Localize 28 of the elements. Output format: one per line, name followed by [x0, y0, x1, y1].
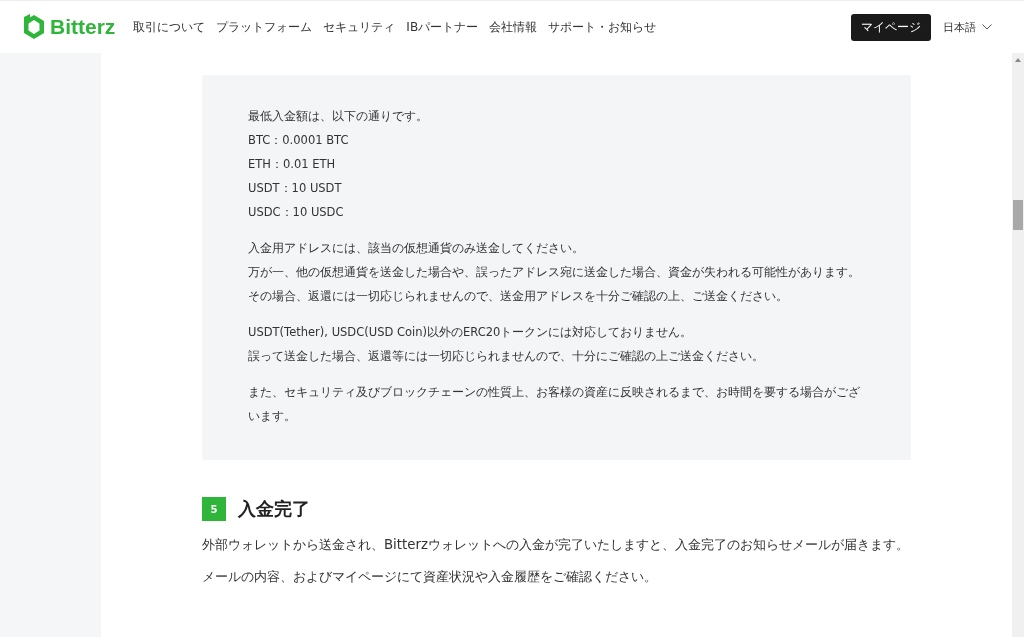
body-paragraph: メールの内容、およびマイページにて資産状況や入金履歴をご確認ください。 [202, 568, 658, 586]
notice-text: その場合、返還には一切応じられませんので、送金用アドレスを十分ご確認の上、ご送金ください。 [248, 288, 789, 305]
notice-text: BTC：0.0001 BTC [248, 132, 350, 149]
notice-text: 最低入金額は、以下の通りです。 [248, 108, 429, 125]
step-number: 5 [202, 497, 226, 521]
body-paragraph: 外部ウォレットから送金され、Bitterzウォレットへの入金が完了いたしますと、入金完了のお知らせメールが届きます。 [202, 536, 910, 554]
nav-link[interactable]: 会社情報 [489, 18, 538, 36]
nav-link[interactable]: プラットフォーム [216, 18, 313, 36]
scroll-up-icon[interactable] [1015, 58, 1021, 62]
nav-link[interactable]: IBパートナー [406, 18, 479, 36]
nav-link[interactable]: 取引について [133, 18, 206, 36]
scrollbar-thumb[interactable] [1013, 200, 1023, 230]
chevron-down-icon [982, 24, 992, 30]
notice-text: 入金用アドレスには、該当の仮想通貨のみ送金してください。 [248, 240, 585, 257]
hexagon-logo-icon [22, 13, 46, 41]
notice-text: 誤って送金した場合、返還等には一切応じられませんので、十分にご確認の上ご送金ください。 [248, 348, 765, 365]
nav-link[interactable]: セキュリティ [323, 18, 396, 36]
notice-text: また、セキュリティ及びブロックチェーンの性質上、お客様の資産に反映されるまで、お時間を要する場合がございます。 [248, 384, 861, 425]
notice-text: USDC：10 USDC [248, 204, 345, 221]
notice-text: 万が一、他の仮想通貨を送金した場合や、誤ったアドレス宛に送金した場合、資金が失われる可能性があります。 [248, 264, 861, 281]
notice-text: USDT(Tether), USDC(USD Coin)以外のERC20トークンには対応しておりません。 [248, 324, 694, 341]
language-selector[interactable]: 日本語 [943, 19, 976, 35]
nav-link[interactable]: サポート・お知らせ [548, 18, 657, 36]
notice-text: ETH：0.01 ETH [248, 156, 337, 173]
step-heading: 入金完了 [238, 497, 310, 521]
mypage-button[interactable]: マイページ [851, 13, 931, 41]
scrollbar[interactable] [1012, 53, 1024, 637]
notice-text: USDT：10 USDT [248, 180, 343, 197]
